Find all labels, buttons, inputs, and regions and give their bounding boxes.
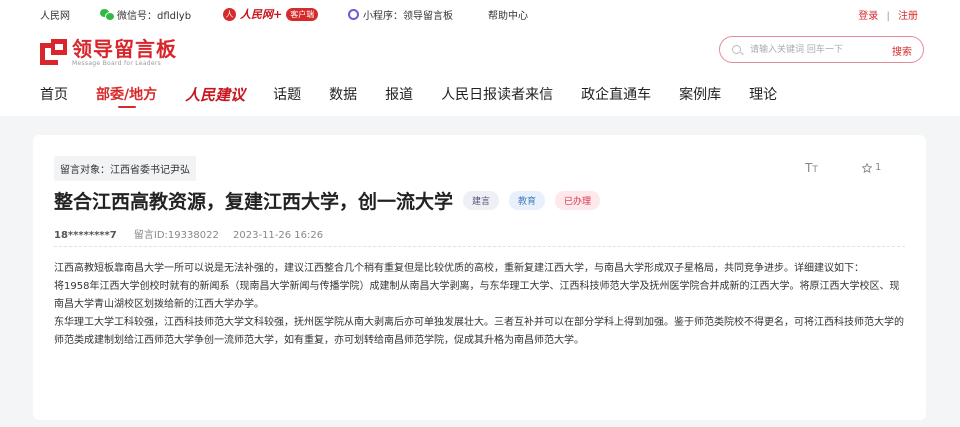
rmw-link[interactable]: 人民网 [40,7,70,22]
rmw-plus-client-link[interactable]: 人 人民网+ 客户端 [223,6,319,22]
login-link[interactable]: 登录 [858,11,878,22]
divider [54,246,905,247]
nav-item-data[interactable]: 数据 [329,84,357,104]
search-box: 搜索 [719,36,924,63]
top-utility-bar: 人民网 微信号：dfldlyb 人 人民网+ 客户端 小程序：领导留言板 帮助中… [0,0,960,26]
message-author: 18********7 [54,230,117,241]
font-size-icon[interactable]: TT [805,161,818,175]
site-header: 领导留言板 Message Board for Leaders 搜索 首页 部委… [0,26,960,116]
register-link[interactable]: 注册 [898,11,918,22]
favorite-button[interactable]: 1 [862,162,881,173]
logo-title: 领导留言板 [72,37,177,61]
nav-item-case-library[interactable]: 案例库 [679,84,721,104]
nav-item-home[interactable]: 首页 [40,84,68,104]
body-paragraph: 东华理工大学工科较强，江西科技师范大学文科较强，抚州医学院从南大剥离后亦可单独发… [54,317,904,346]
nav-item-topics[interactable]: 话题 [273,84,301,104]
main-nav: 首页 部委/地方 人民建议 话题 数据 报道 人民日报读者来信 政企直通车 案例… [40,84,805,114]
wechat-icon [100,9,115,21]
body-paragraph: 将1958年江西大学创校时就有的新闻系（现南昌大学新闻与传播学院）成建制从南昌大… [54,281,900,310]
favorite-count: 1 [875,162,882,173]
logo-mark-icon [40,39,68,67]
logo-text: 领导留言板 Message Board for Leaders [72,38,177,68]
tag-education: 教育 [509,191,546,210]
font-size-icon-small: T [812,165,818,175]
search-input[interactable] [750,42,875,58]
site-logo[interactable]: 领导留言板 Message Board for Leaders [40,38,177,68]
message-card: 留言对象：江西省委书记尹弘 TT 1 整合江西高教资源，复建江西大学，创一流大学… [33,135,926,420]
title-row: 整合江西高教资源，复建江西大学，创一流大学 建言 教育 已办理 [54,187,601,214]
search-icon [732,45,741,54]
auth-separator: | [886,11,890,22]
rmw-logo-icon: 人 [223,7,236,21]
status-badge: 已办理 [555,191,601,210]
nav-item-gov-enterprise[interactable]: 政企直通车 [581,84,651,104]
message-datetime: 2023-11-26 16:26 [233,230,324,241]
star-icon [862,162,872,173]
message-title: 整合江西高教资源，复建江西大学，创一流大学 [54,191,454,213]
nav-item-theory[interactable]: 理论 [749,84,777,104]
search-button[interactable]: 搜索 [892,43,912,58]
wechat-account[interactable]: 微信号：dfldlyb [100,7,191,22]
nav-item-reports[interactable]: 报道 [385,84,413,104]
wechat-label: 微信号：dfldlyb [117,11,192,22]
auth-links: 登录 | 注册 [858,7,918,22]
mini-program-label: 小程序：领导留言板 [363,11,453,22]
message-target: 留言对象：江西省委书记尹弘 [54,156,196,181]
client-badge: 客户端 [286,7,319,21]
nav-item-people-suggestions[interactable]: 人民建议 [185,84,245,105]
mini-program-icon [348,9,359,20]
nav-item-reader-letters[interactable]: 人民日报读者来信 [441,84,553,104]
rmw-plus-logo: 人民网+ [240,8,283,21]
message-meta: 18********7 留言ID:19338022 2023-11-26 16:… [54,226,323,241]
message-id: 留言ID:19338022 [133,230,219,241]
nav-item-ministries-local[interactable]: 部委/地方 [96,84,157,108]
tag-suggestion: 建言 [463,191,500,210]
help-center-link[interactable]: 帮助中心 [488,7,528,22]
body-paragraph: 江西高教短板靠南昌大学一所可以说是无法补强的，建议江西整合几个稍有重复但是比较优… [54,263,864,274]
logo-subtitle: Message Board for Leaders [72,60,162,67]
message-body: 江西高教短板靠南昌大学一所可以说是无法补强的，建议江西整合几个稍有重复但是比较优… [54,260,906,350]
mini-program-link[interactable]: 小程序：领导留言板 [348,7,453,22]
